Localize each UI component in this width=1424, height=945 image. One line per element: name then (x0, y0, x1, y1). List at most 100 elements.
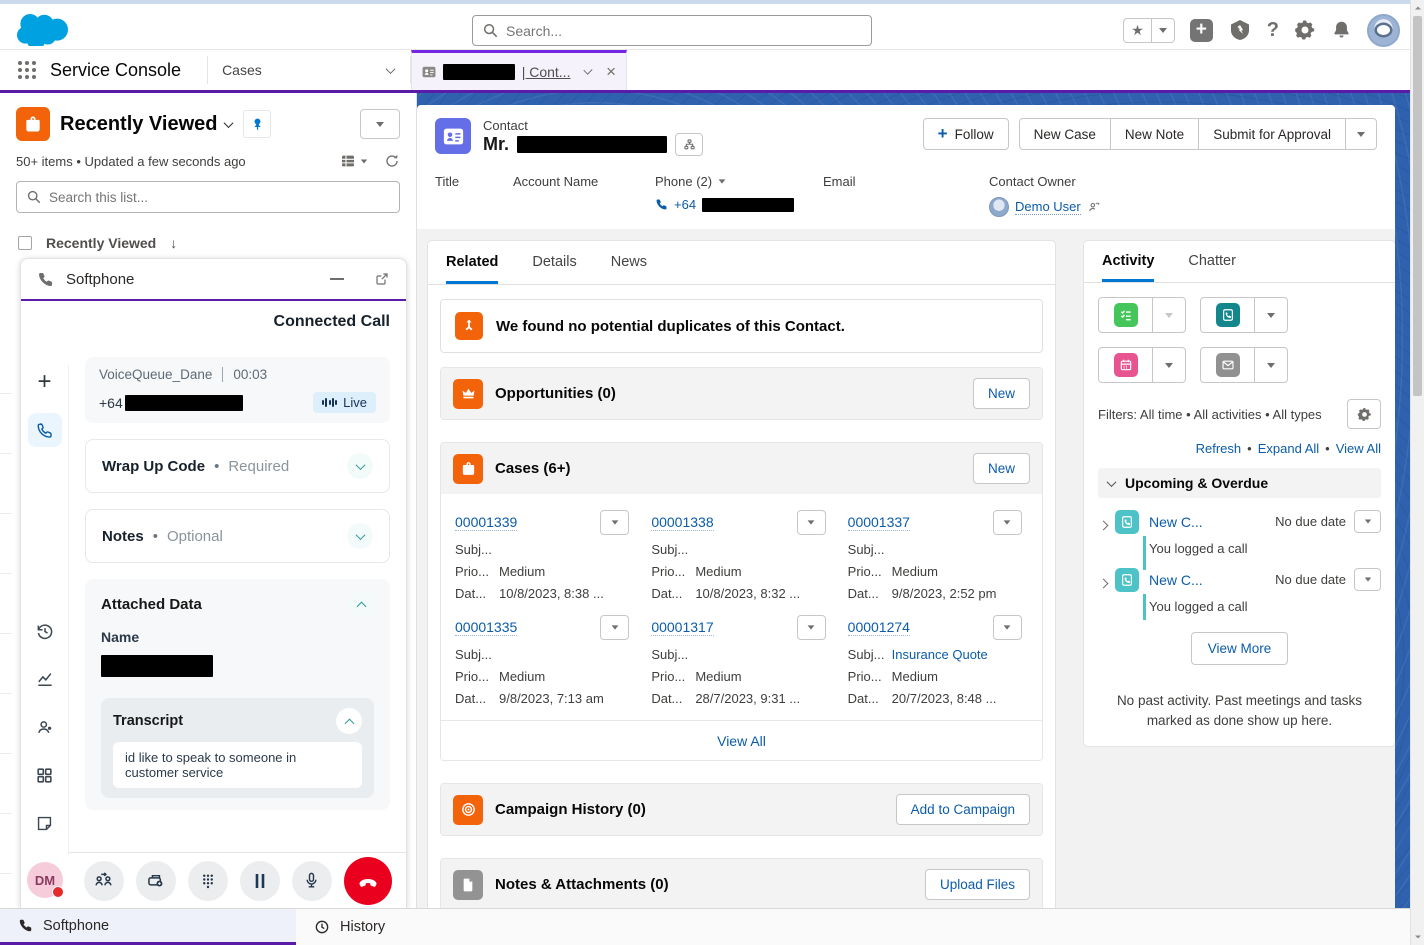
minimize-icon[interactable] (330, 278, 344, 280)
case-number-link[interactable]: 00001274 (848, 619, 910, 636)
case-actions-button[interactable] (797, 510, 826, 535)
submit-for-approval-button[interactable]: Submit for Approval (1199, 118, 1346, 150)
page-scrollbar[interactable] (1410, 0, 1424, 945)
nav-subtab-contact[interactable]: | Cont... × (411, 50, 627, 90)
owner-link[interactable]: Demo User (1015, 199, 1081, 215)
case-actions-button[interactable] (600, 615, 629, 640)
new-task-button[interactable] (1098, 297, 1186, 333)
expand-all-link[interactable]: Expand All (1258, 441, 1319, 456)
notes-section[interactable]: Notes • Optional (85, 509, 390, 563)
list-search-input[interactable] (49, 190, 389, 205)
guidance-center-icon[interactable] (1228, 18, 1252, 42)
event-dropdown-icon[interactable] (1152, 348, 1185, 382)
new-note-button[interactable]: New Note (1111, 118, 1199, 150)
tab-news[interactable]: News (611, 241, 647, 284)
wrapup-section[interactable]: Wrap Up Code • Required (85, 439, 390, 493)
email-button[interactable] (1200, 347, 1288, 383)
case-number-link[interactable]: 00001317 (651, 619, 713, 636)
utility-softphone-tab[interactable]: Softphone (0, 909, 296, 945)
swap-device-icon[interactable] (136, 861, 176, 901)
hierarchy-icon[interactable] (675, 133, 703, 156)
view-all-link[interactable]: View All (1336, 441, 1381, 456)
cases-title[interactable]: Cases (6+) (495, 460, 570, 477)
case-subject-link[interactable]: Insurance Quote (892, 647, 988, 662)
global-search-input[interactable] (506, 23, 861, 39)
refresh-icon[interactable] (384, 153, 400, 169)
change-owner-icon[interactable] (1087, 200, 1101, 214)
scroll-down-icon[interactable] (1414, 933, 1422, 941)
subtab-close-icon[interactable]: × (606, 62, 616, 82)
tab-related[interactable]: Related (446, 241, 498, 284)
new-opportunity-button[interactable]: New (973, 378, 1030, 409)
global-search[interactable] (472, 15, 872, 46)
list-search[interactable] (16, 181, 400, 213)
more-actions-button[interactable] (1346, 118, 1377, 150)
dialpad-icon[interactable] (188, 861, 228, 901)
activity-subject-link[interactable]: New C... (1149, 514, 1203, 530)
phone-value[interactable]: +64 (674, 197, 696, 212)
chevron-down-icon[interactable] (347, 453, 373, 479)
case-number-link[interactable]: 00001338 (651, 514, 713, 531)
tab-chatter[interactable]: Chatter (1188, 241, 1236, 282)
setup-gear-icon[interactable] (1294, 19, 1316, 41)
case-number-link[interactable]: 00001339 (455, 514, 517, 531)
agents-icon[interactable] (28, 710, 62, 744)
new-case-button[interactable]: New Case (1019, 118, 1111, 150)
list-view-title[interactable]: Recently Viewed (60, 113, 232, 136)
case-actions-button[interactable] (993, 510, 1022, 535)
hold-icon[interactable] (240, 861, 280, 901)
pin-icon[interactable] (242, 109, 272, 139)
email-dropdown-icon[interactable] (1254, 348, 1287, 382)
notifications-bell-icon[interactable] (1331, 19, 1352, 41)
apps-icon[interactable] (28, 758, 62, 792)
call-dropdown-icon[interactable] (1254, 298, 1287, 332)
activity-actions-button[interactable] (1354, 568, 1381, 591)
analytics-icon[interactable] (28, 662, 62, 696)
column-header[interactable]: Recently Viewed (46, 235, 156, 251)
display-as-button[interactable] (340, 153, 368, 169)
active-call-icon[interactable] (28, 413, 62, 447)
favorites-chevron-icon[interactable] (1151, 19, 1174, 42)
log-a-call-button[interactable] (1200, 297, 1288, 333)
select-all-checkbox[interactable] (18, 236, 32, 250)
global-create-button[interactable]: + (1190, 19, 1213, 42)
new-case-button[interactable]: New (973, 453, 1030, 484)
case-actions-button[interactable] (993, 615, 1022, 640)
end-call-button[interactable] (344, 857, 392, 905)
transfer-call-icon[interactable] (84, 861, 124, 901)
activity-subject-link[interactable]: New C... (1149, 572, 1203, 588)
new-event-button[interactable] (1098, 347, 1186, 383)
notes-icon[interactable] (28, 806, 62, 840)
cases-view-all-link[interactable]: View All (441, 720, 1042, 760)
case-actions-button[interactable] (600, 510, 629, 535)
campaign-title[interactable]: Campaign History (0) (495, 801, 646, 818)
notes-attachments-title[interactable]: Notes & Attachments (0) (495, 876, 669, 893)
upload-files-button[interactable]: Upload Files (925, 869, 1030, 900)
tab-activity[interactable]: Activity (1102, 241, 1154, 282)
activity-actions-button[interactable] (1354, 510, 1381, 533)
mute-mic-icon[interactable] (292, 861, 332, 901)
favorites-star-icon[interactable]: ★ (1124, 19, 1151, 42)
add-call-icon[interactable]: + (28, 365, 62, 399)
popout-icon[interactable] (374, 271, 390, 287)
opportunities-title[interactable]: Opportunities (0) (495, 385, 616, 402)
agent-avatar[interactable]: DM (27, 862, 63, 898)
help-icon[interactable]: ? (1267, 19, 1279, 42)
list-view-actions-button[interactable] (360, 109, 400, 139)
nav-tab-cases-chevron[interactable] (370, 50, 410, 90)
chevron-up-icon[interactable] (336, 708, 362, 734)
chevron-down-icon[interactable] (347, 523, 373, 549)
call-history-icon[interactable] (28, 614, 62, 648)
phone-dropdown-icon[interactable] (719, 179, 726, 183)
utility-history-tab[interactable]: History (296, 909, 403, 945)
upcoming-overdue-header[interactable]: Upcoming & Overdue (1098, 468, 1381, 498)
tab-details[interactable]: Details (532, 241, 576, 284)
activity-filters-gear-icon[interactable] (1347, 399, 1381, 429)
expand-chevron-icon[interactable] (1100, 516, 1107, 534)
case-actions-button[interactable] (797, 615, 826, 640)
subtab-chevron-icon[interactable] (584, 66, 593, 75)
nav-tab-cases[interactable]: Cases (208, 50, 370, 90)
task-dropdown-icon[interactable] (1152, 298, 1185, 332)
view-more-button[interactable]: View More (1191, 632, 1289, 665)
add-to-campaign-button[interactable]: Add to Campaign (896, 794, 1030, 825)
